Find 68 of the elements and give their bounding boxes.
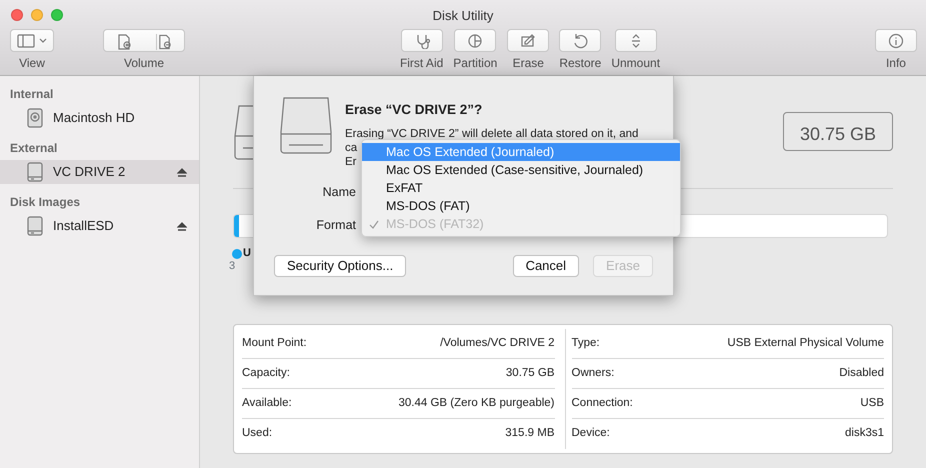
toolbar-button[interactable]	[454, 29, 496, 52]
menu-item[interactable]: ExFAT	[362, 179, 680, 197]
info-value: 315.9 MB	[505, 426, 554, 442]
window-title: Disk Utility	[432, 7, 494, 25]
info-label: Mount Point:	[242, 336, 307, 351]
add-volume-icon[interactable]	[116, 34, 132, 50]
legend-dot	[232, 249, 242, 259]
toolbar-label: View	[19, 55, 45, 72]
info-label: Owners:	[572, 366, 614, 381]
info-label: Available:	[242, 396, 292, 411]
info-value: disk3s1	[845, 426, 884, 442]
toolbar-label: Partition	[453, 55, 498, 72]
eject-icon[interactable]	[177, 222, 187, 230]
close-button[interactable]	[11, 8, 23, 20]
toolbar-button[interactable]	[614, 29, 657, 52]
sidebar-item[interactable]: VC DRIVE 2	[0, 160, 199, 184]
eject-icon[interactable]	[177, 168, 187, 176]
info-label: Type:	[572, 336, 600, 351]
remove-volume-icon[interactable]	[156, 34, 172, 50]
dialog-button[interactable]: Cancel	[512, 254, 580, 277]
drive-icon	[279, 96, 333, 156]
legend-label: U	[243, 247, 251, 260]
view-button[interactable]	[10, 29, 54, 52]
toolbar-label: Unmount	[611, 55, 660, 72]
info-value: 30.75 GB	[506, 366, 554, 381]
caret-icon	[39, 38, 47, 44]
info-value: 30.44 GB (Zero KB purgeable)	[398, 396, 554, 411]
dialog-message: Erasing “VC DRIVE 2” will delete all data stored on it, and	[345, 127, 638, 142]
info-value: Disabled	[839, 366, 884, 381]
dialog-button[interactable]: Security Options...	[274, 254, 406, 277]
dialog-message: ca	[345, 141, 358, 156]
info-button[interactable]	[874, 29, 917, 52]
info-label: Connection:	[572, 396, 633, 411]
sidebar-item[interactable]: Macintosh HD	[0, 106, 199, 130]
drive-icon	[27, 216, 43, 236]
menu-item[interactable]: MS-DOS (FAT)	[362, 197, 680, 215]
dialog-message: Er	[345, 155, 356, 170]
info-icon	[888, 32, 904, 48]
sidebar-item[interactable]: InstallESD	[0, 214, 199, 238]
hard-drive-icon	[27, 108, 43, 128]
toolbar-label: Volume	[124, 55, 164, 72]
info-label: Device:	[572, 426, 610, 442]
toolbar-button[interactable]	[559, 29, 602, 52]
legend-value: 3	[229, 260, 236, 273]
toolbar-label: Restore	[559, 55, 602, 72]
toolbar-label: Erase	[512, 55, 544, 72]
toolbar-button[interactable]	[400, 29, 443, 52]
sidebar-section-title: External	[9, 140, 58, 157]
toolbar-button[interactable]	[507, 29, 550, 52]
info-value: USB	[860, 396, 884, 411]
info-value: USB External Physical Volume	[727, 336, 884, 351]
field-label: Name	[322, 184, 356, 202]
restore-icon	[572, 32, 588, 48]
sidebar-section-title: Disk Images	[9, 194, 82, 211]
sidebar-section-title: Internal	[9, 86, 54, 103]
drive-icon	[27, 162, 43, 182]
pie-icon	[467, 32, 484, 48]
capacity-label: 30.75 GB	[782, 112, 893, 151]
info-label: Capacity:	[242, 366, 290, 381]
menu-item[interactable]: Mac OS Extended (Case-sensitive, Journaled)	[362, 161, 680, 179]
info-label: Used:	[242, 426, 272, 442]
info-value: /Volumes/VC DRIVE 2	[440, 336, 554, 351]
dialog-title: Erase “VC DRIVE 2”?	[345, 101, 484, 119]
sidebar-icon	[17, 34, 35, 48]
toolbar-label: First Aid	[400, 55, 444, 72]
toolbar-label: Info	[886, 55, 906, 72]
zoom-button[interactable]	[51, 8, 63, 20]
field-label: Format	[315, 217, 356, 234]
